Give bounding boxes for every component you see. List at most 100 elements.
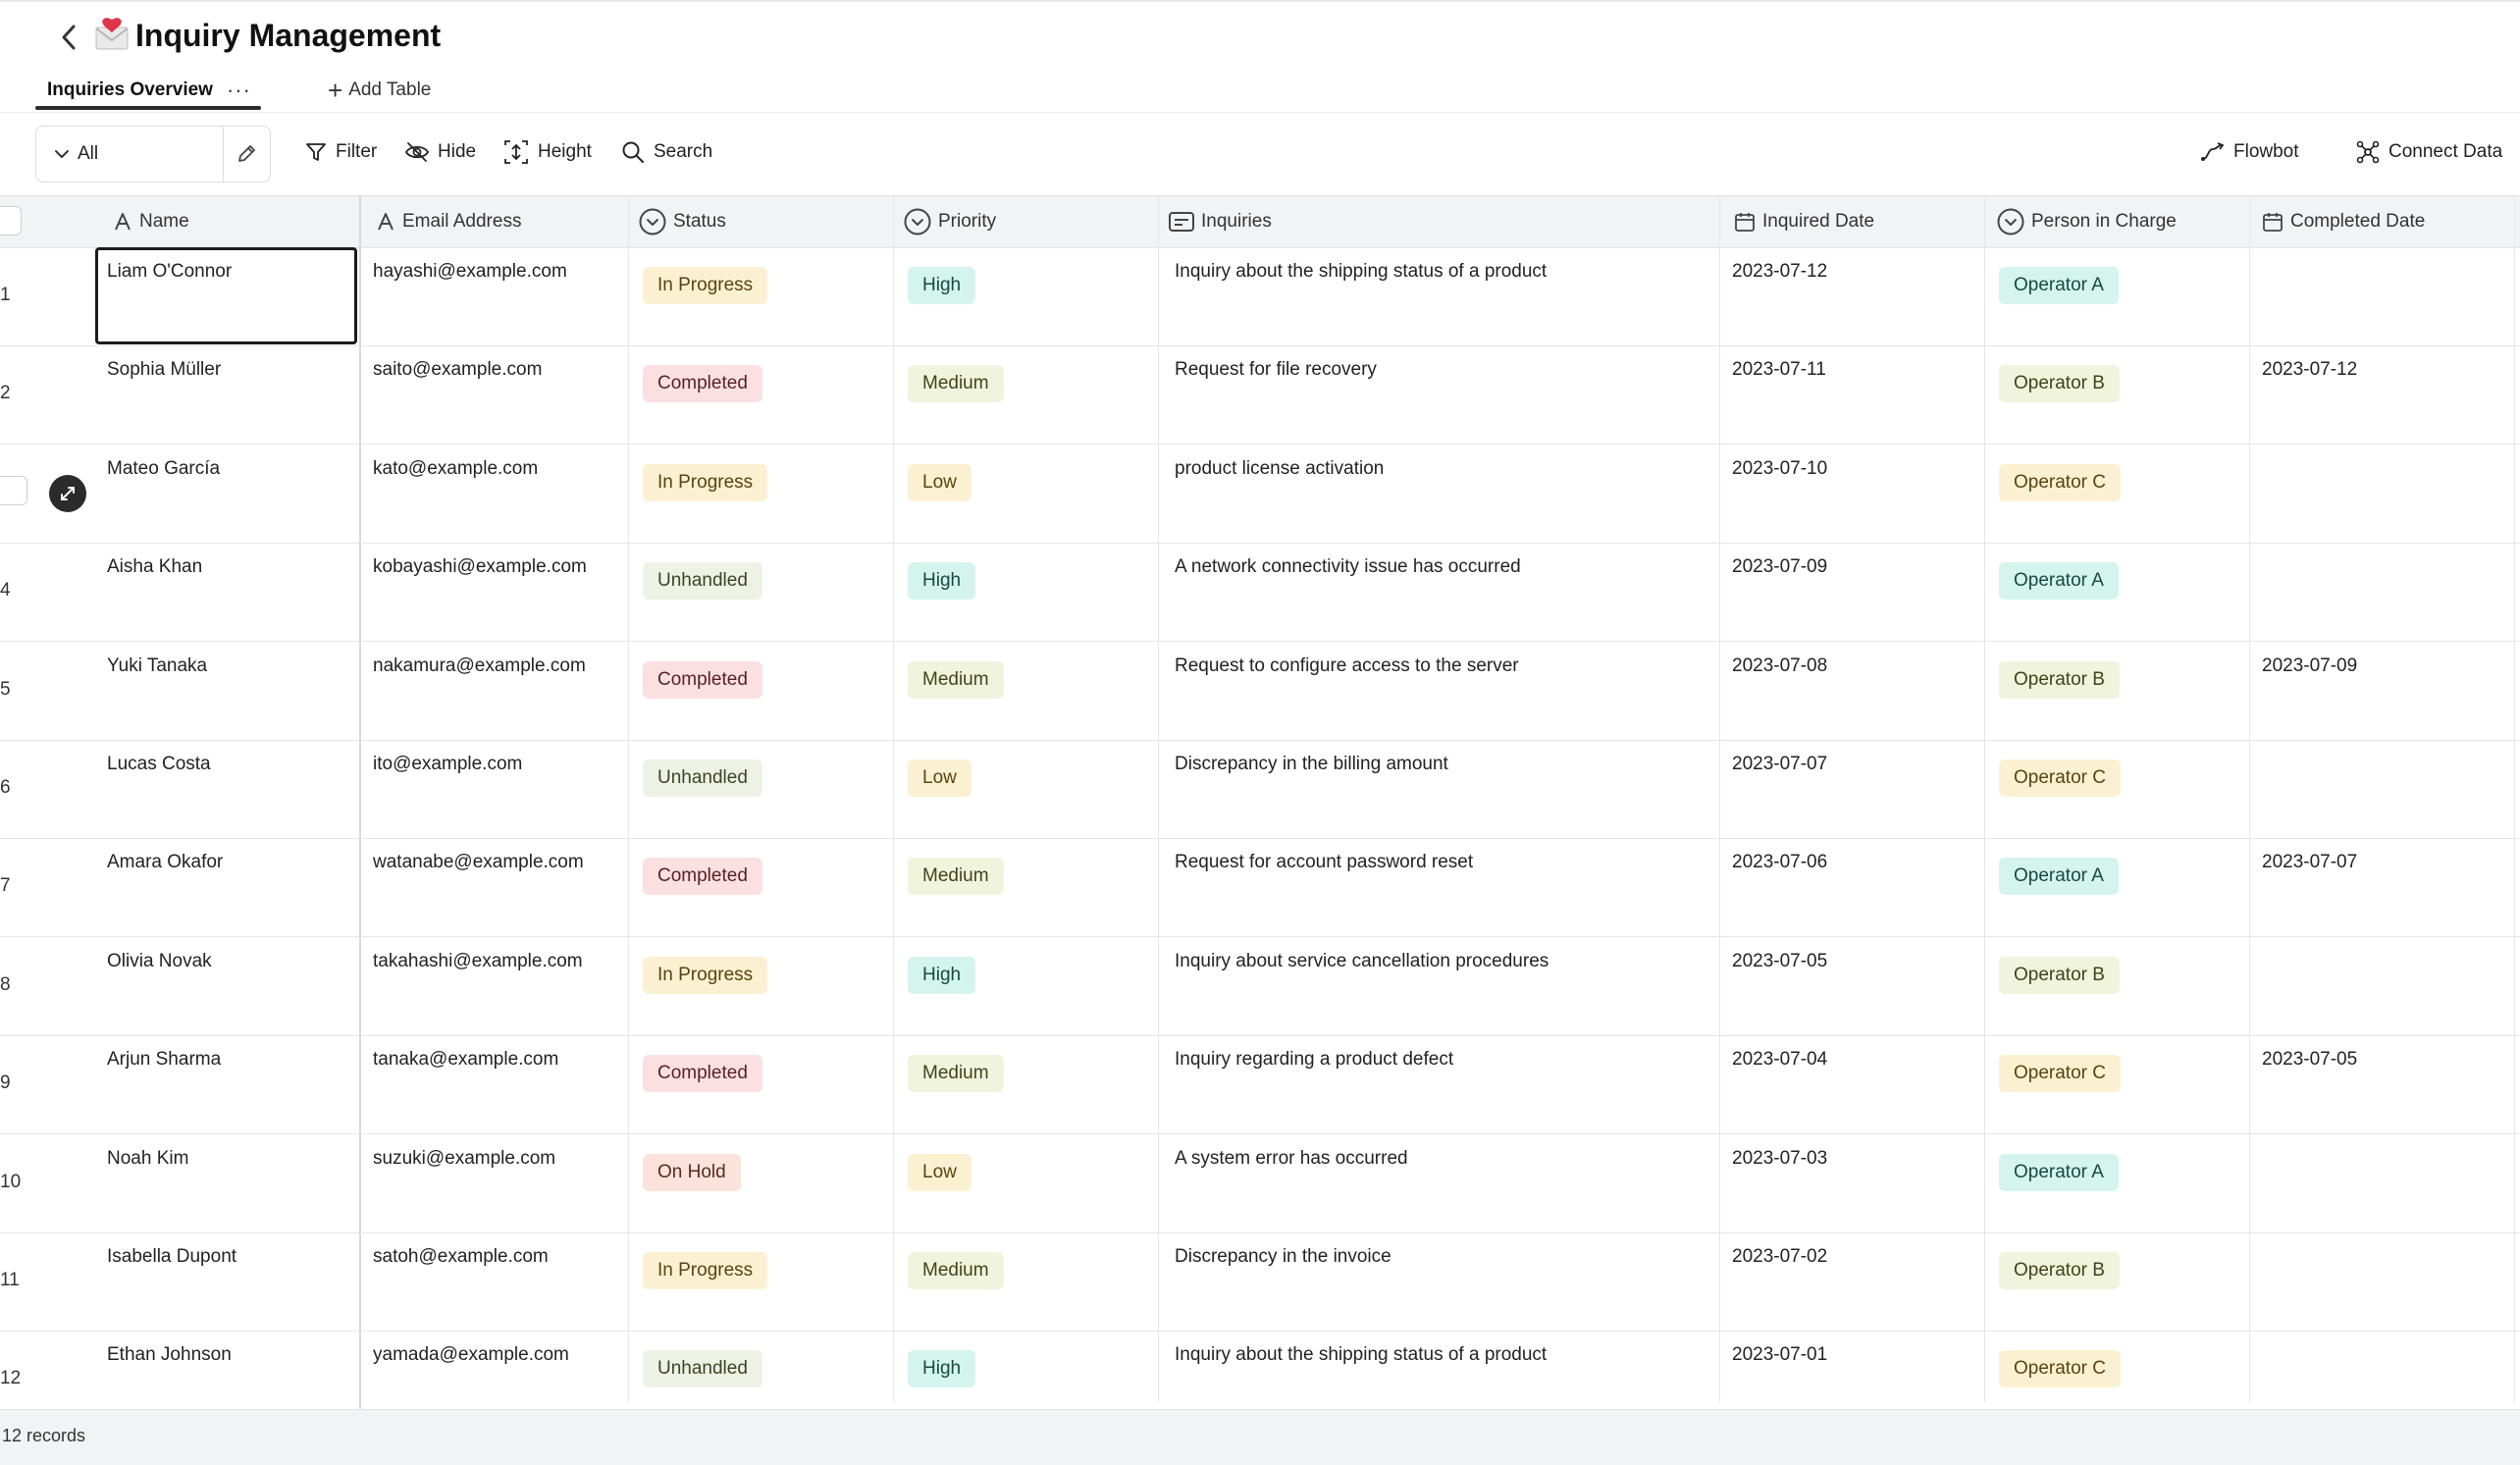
- search-button[interactable]: Search: [620, 131, 712, 173]
- cell-email[interactable]: kobayashi@example.com: [361, 543, 628, 641]
- cell-person[interactable]: Operator A: [1985, 838, 2249, 936]
- cell-inquiry[interactable]: Inquiry about the shipping status of a p…: [1159, 247, 1719, 345]
- cell-inquiry[interactable]: product license activation: [1159, 445, 1719, 543]
- column-header-inquiries[interactable]: Inquiries: [1168, 196, 1272, 247]
- cell-name[interactable]: Olivia Novak: [95, 937, 359, 1035]
- cell-person[interactable]: Operator B: [1985, 642, 2249, 740]
- view-dropdown[interactable]: All: [36, 127, 224, 182]
- cell-date[interactable]: 2023-07-04: [1720, 1035, 1984, 1133]
- cell-email[interactable]: nakamura@example.com: [361, 642, 628, 740]
- column-header-status[interactable]: Status: [638, 196, 726, 247]
- cell-completed[interactable]: [2250, 247, 2514, 345]
- cell-status[interactable]: Completed: [629, 1035, 893, 1133]
- cell-person[interactable]: Operator A: [1985, 1134, 2249, 1232]
- cell-priority[interactable]: Low: [894, 445, 1158, 543]
- cell-email[interactable]: watanabe@example.com: [361, 838, 628, 936]
- cell-date[interactable]: 2023-07-03: [1720, 1134, 1984, 1232]
- cell-inquiry[interactable]: Discrepancy in the invoice: [1159, 1232, 1719, 1331]
- cell-email[interactable]: ito@example.com: [361, 740, 628, 838]
- cell-date[interactable]: 2023-07-09: [1720, 543, 1984, 641]
- cell-priority[interactable]: High: [894, 543, 1158, 641]
- connect-data-button[interactable]: Connect Data: [2355, 131, 2502, 173]
- tab-more-button[interactable]: ···: [227, 78, 251, 103]
- tab-inquiries-overview[interactable]: Inquiries Overview ···: [35, 71, 251, 110]
- cell-status[interactable]: Completed: [629, 642, 893, 740]
- cell-name[interactable]: Noah Kim: [95, 1134, 359, 1232]
- cell-name[interactable]: Yuki Tanaka: [95, 642, 359, 740]
- cell-completed[interactable]: 2023-07-05: [2250, 1035, 2514, 1133]
- edit-view-button[interactable]: [223, 127, 270, 182]
- column-header-email[interactable]: Email Address: [375, 196, 521, 247]
- cell-status[interactable]: Unhandled: [629, 543, 893, 641]
- table-row[interactable]: 1 Liam O'Connor hayashi@example.com In Prog…: [0, 247, 2520, 346]
- cell-priority[interactable]: Medium: [894, 838, 1158, 936]
- table-row[interactable]: 8 Olivia Novak takahashi@example.com In Pro…: [0, 937, 2520, 1036]
- cell-date[interactable]: 2023-07-05: [1720, 937, 1984, 1035]
- add-table-button[interactable]: + Add Table: [328, 71, 431, 110]
- column-header-inquired-date[interactable]: Inquired Date: [1733, 196, 1874, 247]
- cell-status[interactable]: In Progress: [629, 1232, 893, 1331]
- cell-priority[interactable]: Low: [894, 740, 1158, 838]
- cell-completed[interactable]: [2250, 1134, 2514, 1232]
- cell-name[interactable]: Liam O'Connor: [95, 247, 359, 345]
- cell-person[interactable]: Operator C: [1985, 445, 2249, 543]
- cell-inquiry[interactable]: Request to configure access to the serve…: [1159, 642, 1719, 740]
- cell-completed[interactable]: [2250, 740, 2514, 838]
- flowbot-button[interactable]: Flowbot: [2200, 131, 2299, 173]
- cell-inquiry[interactable]: A network connectivity issue has occurre…: [1159, 543, 1719, 641]
- cell-inquiry[interactable]: A system error has occurred: [1159, 1134, 1719, 1232]
- cell-status[interactable]: On Hold: [629, 1134, 893, 1232]
- cell-status[interactable]: In Progress: [629, 247, 893, 345]
- cell-email[interactable]: hayashi@example.com: [361, 247, 628, 345]
- cell-person[interactable]: Operator B: [1985, 345, 2249, 444]
- cell-email[interactable]: tanaka@example.com: [361, 1035, 628, 1133]
- cell-person[interactable]: Operator B: [1985, 937, 2249, 1035]
- cell-priority[interactable]: Medium: [894, 1232, 1158, 1331]
- cell-completed[interactable]: 2023-07-09: [2250, 642, 2514, 740]
- cell-completed[interactable]: 2023-07-12: [2250, 345, 2514, 444]
- cell-email[interactable]: kato@example.com: [361, 445, 628, 543]
- cell-person[interactable]: Operator B: [1985, 1232, 2249, 1331]
- table-row[interactable]: 5 Yuki Tanaka nakamura@example.com Complete…: [0, 642, 2520, 741]
- cell-date[interactable]: 2023-07-06: [1720, 838, 1984, 936]
- table-row[interactable]: 9 Arjun Sharma tanaka@example.com Completed…: [0, 1035, 2520, 1134]
- cell-completed[interactable]: [2250, 543, 2514, 641]
- cell-inquiry[interactable]: Request for file recovery: [1159, 345, 1719, 444]
- table-row[interactable]: 4 Aisha Khan kobayashi@example.com Unhandle…: [0, 543, 2520, 642]
- cell-status[interactable]: Unhandled: [629, 740, 893, 838]
- cell-name[interactable]: Mateo García: [95, 445, 359, 543]
- table-row[interactable]: 6 Lucas Costa ito@example.com Unhandled Low D…: [0, 740, 2520, 839]
- cell-person[interactable]: Operator A: [1985, 543, 2249, 641]
- cell-date[interactable]: 2023-07-12: [1720, 247, 1984, 345]
- cell-name[interactable]: Arjun Sharma: [95, 1035, 359, 1133]
- cell-priority[interactable]: Medium: [894, 642, 1158, 740]
- table-row[interactable]: Mateo García kato@example.com In Progress L…: [0, 445, 2520, 544]
- cell-date[interactable]: 2023-07-02: [1720, 1232, 1984, 1331]
- hide-button[interactable]: Hide: [404, 131, 476, 173]
- cell-name[interactable]: Lucas Costa: [95, 740, 359, 838]
- cell-date[interactable]: 2023-07-07: [1720, 740, 1984, 838]
- cell-email[interactable]: takahashi@example.com: [361, 937, 628, 1035]
- cell-name[interactable]: Sophia Müller: [95, 345, 359, 444]
- filter-button[interactable]: Filter: [304, 131, 377, 173]
- table-row[interactable]: 11 Isabella Dupont satoh@example.com In Pro…: [0, 1232, 2520, 1332]
- cell-priority[interactable]: Low: [894, 1134, 1158, 1232]
- cell-person[interactable]: Operator C: [1985, 740, 2249, 838]
- cell-priority[interactable]: High: [894, 937, 1158, 1035]
- expand-record-button[interactable]: [49, 475, 86, 512]
- cell-date[interactable]: 2023-07-11: [1720, 345, 1984, 444]
- cell-status[interactable]: Completed: [629, 838, 893, 936]
- column-header-person-in-charge[interactable]: Person in Charge: [1996, 196, 2177, 247]
- cell-name[interactable]: Isabella Dupont: [95, 1232, 359, 1331]
- select-all-checkbox[interactable]: [0, 206, 22, 235]
- cell-inquiry[interactable]: Inquiry about service cancellation proce…: [1159, 937, 1719, 1035]
- cell-inquiry[interactable]: Request for account password reset: [1159, 838, 1719, 936]
- cell-status[interactable]: In Progress: [629, 445, 893, 543]
- column-header-completed-date[interactable]: Completed Date: [2261, 196, 2425, 247]
- cell-name[interactable]: Aisha Khan: [95, 543, 359, 641]
- cell-person[interactable]: Operator A: [1985, 247, 2249, 345]
- cell-email[interactable]: suzuki@example.com: [361, 1134, 628, 1232]
- cell-inquiry[interactable]: Discrepancy in the billing amount: [1159, 740, 1719, 838]
- height-button[interactable]: Height: [502, 131, 592, 173]
- cell-completed[interactable]: [2250, 1232, 2514, 1331]
